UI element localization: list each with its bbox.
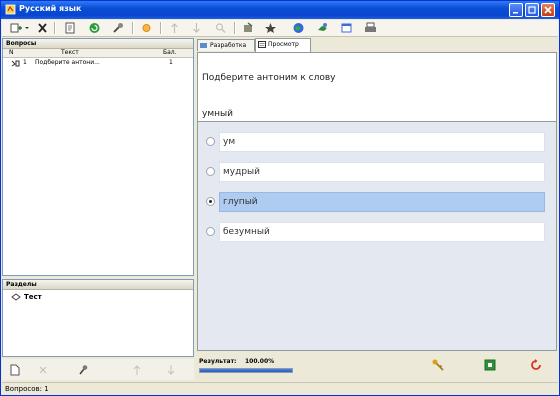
application-window: Русский язык Вопросы N Текст Бал. 1 Подб… — [0, 0, 560, 396]
dropdown-arrow-icon[interactable] — [24, 22, 30, 34]
maximize-icon — [528, 6, 536, 14]
toolbar-separator — [160, 22, 162, 34]
window-title: Русский язык — [19, 4, 82, 13]
app-icon — [5, 4, 16, 15]
question-score: 1 — [169, 59, 173, 66]
column-header-text[interactable]: Текст — [61, 49, 79, 57]
globe-icon[interactable] — [292, 22, 305, 34]
main-toolbar — [2, 20, 558, 37]
close-button[interactable] — [541, 3, 555, 17]
questions-panel: Вопросы N Текст Бал. 1 Подберите антони.… — [2, 38, 194, 276]
questions-panel-title: Вопросы — [3, 39, 193, 49]
tab-label: Просмотр — [268, 41, 299, 48]
section-tools-icon[interactable] — [78, 364, 88, 376]
minimize-icon — [513, 12, 518, 14]
new-section-icon[interactable] — [10, 364, 20, 376]
title-bar[interactable]: Русский язык — [1, 1, 559, 19]
answer-radio[interactable] — [206, 197, 215, 206]
add-question-icon[interactable] — [10, 22, 23, 34]
tab-development[interactable]: Разработка — [197, 39, 255, 51]
close-icon — [544, 6, 552, 14]
delete-icon[interactable] — [36, 22, 49, 34]
development-icon — [200, 43, 207, 48]
preview-icon — [258, 41, 266, 48]
result-progress-bar — [199, 368, 293, 373]
question-area: Подберите антоним к слову умный — [197, 52, 557, 122]
section-down-icon[interactable] — [166, 364, 176, 376]
toolbar-separator — [54, 22, 56, 34]
sun-icon[interactable] — [140, 22, 153, 34]
minimize-button[interactable] — [509, 3, 523, 17]
answer-radio[interactable] — [206, 137, 215, 146]
star-icon[interactable] — [264, 22, 277, 34]
window-icon[interactable] — [340, 22, 353, 34]
arrow-up-icon[interactable] — [168, 22, 181, 34]
status-bar: Вопросов: 1 — [2, 382, 558, 395]
import-icon[interactable] — [242, 22, 255, 34]
tree-item-label: Тест — [24, 293, 42, 301]
column-header-number[interactable]: N — [9, 49, 14, 57]
toolbar-separator — [234, 22, 236, 34]
key-icon[interactable] — [431, 358, 445, 372]
result-bar: Результат: 100.00% — [197, 351, 557, 380]
tools-icon[interactable] — [112, 22, 125, 34]
edit-icon[interactable] — [64, 22, 77, 34]
search-icon[interactable] — [214, 22, 227, 34]
question-number: 1 — [23, 59, 27, 66]
answer-radio[interactable] — [206, 227, 215, 236]
answer-text: безумный — [219, 222, 545, 242]
section-icon — [11, 293, 21, 301]
tab-label: Разработка — [210, 42, 247, 49]
answers-area: ум мудрый глупый безумный — [197, 122, 557, 351]
answer-text: ум — [219, 132, 545, 152]
sections-panel-title: Разделы — [3, 280, 193, 290]
question-type-icon — [11, 60, 20, 67]
column-header-score[interactable]: Бал. — [163, 49, 177, 57]
refresh-icon[interactable] — [88, 22, 101, 34]
result-progress-fill — [200, 369, 292, 372]
answer-radio[interactable] — [206, 167, 215, 176]
question-word: умный — [202, 109, 233, 119]
table-row[interactable]: 1 Подберите антони... 1 — [3, 58, 193, 68]
status-text: Вопросов: 1 — [5, 385, 49, 393]
delete-section-icon[interactable] — [38, 364, 48, 376]
sections-panel: Разделы Тест — [2, 279, 194, 357]
questions-table-header: N Текст Бал. — [3, 49, 193, 58]
printer-icon[interactable] — [364, 22, 377, 34]
green-arrow-icon[interactable] — [316, 22, 329, 34]
tab-preview[interactable]: Просмотр — [255, 38, 311, 52]
restart-icon[interactable] — [529, 358, 543, 372]
check-icon[interactable] — [483, 358, 497, 372]
question-text: Подберите антони... — [35, 59, 100, 66]
section-up-icon[interactable] — [132, 364, 142, 376]
maximize-button[interactable] — [525, 3, 539, 17]
tab-strip: Разработка Просмотр — [197, 38, 557, 52]
answer-text: мудрый — [219, 162, 545, 182]
result-value: 100.00% — [245, 358, 275, 365]
question-prompt: Подберите антоним к слову — [202, 73, 336, 83]
sections-toolbar — [2, 359, 194, 380]
arrow-down-icon[interactable] — [190, 22, 203, 34]
result-label: Результат: — [199, 358, 237, 365]
toolbar-separator — [132, 22, 134, 34]
answer-text: глупый — [219, 192, 545, 212]
